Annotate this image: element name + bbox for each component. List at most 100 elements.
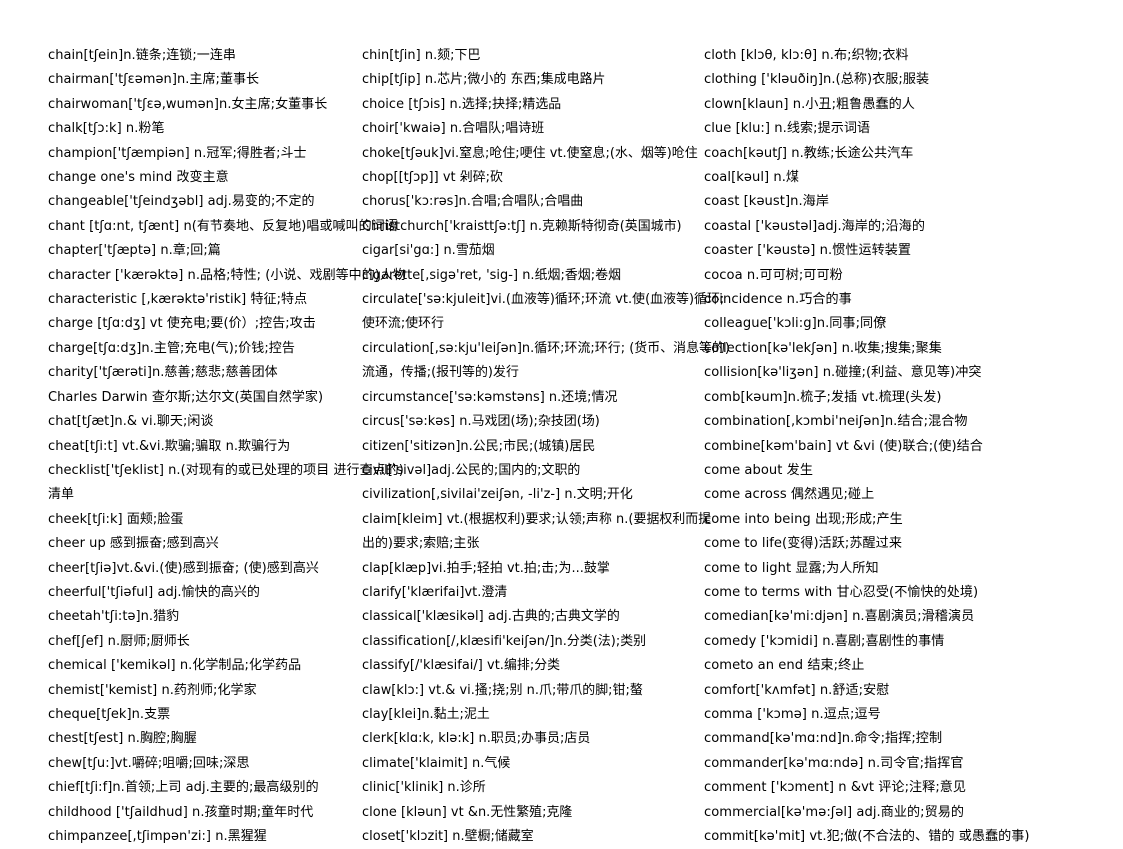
vocabulary-entry: colleague['kɔli:g]n.同事;同僚	[704, 316, 887, 332]
vocabulary-entry: classical['klæsikəl] adj.古典的;古典文学的	[362, 609, 620, 625]
vocabulary-entry: cocoa n.可可树;可可粉	[704, 267, 843, 283]
vocabulary-entry: charge[tʃɑ:dʒ]n.主管;充电(气);价钱;控告	[48, 340, 295, 356]
vocabulary-entry: cheat[tʃi:t] vt.&vi.欺骗;骗取 n.欺骗行为	[48, 438, 291, 454]
vocabulary-entry: classify[/'klæsifai/] vt.编排;分类	[362, 658, 561, 674]
vocabulary-entry: chemical ['kemikəl] n.化学制品;化学药品	[48, 658, 302, 674]
vocabulary-entry: civilization[,sivilai'zeiʃən, -li'z-] n.…	[362, 487, 633, 503]
vocabulary-entry-continuation: 清单	[48, 487, 75, 503]
vocabulary-entry: clerk[klɑ:k, klə:k] n.职员;办事员;店员	[362, 731, 591, 747]
vocabulary-entry: combination[,kɔmbi'neiʃən]n.结合;混合物	[704, 414, 968, 430]
vocabulary-entry: champion['tʃæmpiən] n.冠军;得胜者;斗士	[48, 145, 307, 161]
vocabulary-entry: cheek[tʃi:k] 面颊;脸蛋	[48, 511, 184, 527]
vocabulary-entry: commit[kə'mit] vt.犯;做(不合法的、错的 或愚蠢的事)	[704, 829, 1030, 844]
vocabulary-entry: coincidence n.巧合的事	[704, 292, 852, 308]
vocabulary-entry-continuation: 出的)要求;索赔;主张	[362, 536, 480, 552]
vocabulary-entry: coastal ['kəustəl]adj.海岸的;沿海的	[704, 218, 925, 234]
vocabulary-entry: character ['kærəktə] n.品格;特性; (小说、戏剧等中的)…	[48, 267, 407, 283]
vocabulary-entry: collection[kə'lekʃən] n.收集;搜集;聚集	[704, 340, 942, 356]
vocabulary-entry: clinic['klinik] n.诊所	[362, 780, 486, 796]
vocabulary-entry: choir['kwaiə] n.合唱队;唱诗班	[362, 121, 545, 137]
vocabulary-entry: coast [kəust]n.海岸	[704, 194, 829, 210]
vocabulary-entry: clay[klei]n.黏土;泥土	[362, 706, 490, 722]
vocabulary-entry: cheer[tʃiə]vt.&vi.(使)感到振奋; (使)感到高兴	[48, 560, 319, 576]
vocabulary-entry: circumstance['sə:kəmstəns] n.还境;情况	[362, 389, 618, 405]
vocabulary-entry: comedian[kə'mi:djən] n.喜剧演员;滑稽演员	[704, 609, 975, 625]
vocabulary-entry: cigar[si'gɑ:] n.雪茄烟	[362, 243, 495, 259]
vocabulary-entry: charity['tʃærəti]n.慈善;慈悲;慈善团体	[48, 365, 278, 381]
vocabulary-entry: cheerful['tʃiəful] adj.愉快的高兴的	[48, 584, 260, 600]
vocabulary-entry: chip[tʃip] n.芯片;微小的 东西;集成电路片	[362, 72, 606, 88]
vocabulary-entry: chest[tʃest] n.胸腔;胸腛	[48, 731, 197, 747]
vocabulary-entry: circus['sə:kəs] n.马戏团(场);杂技团(场)	[362, 414, 600, 430]
vocabulary-column-1: chain[tʃein]n.链条;连锁;一连串 chairman['tʃɛəmə…	[0, 44, 407, 849]
vocabulary-entry: chemist['kemist] n.药剂师;化学家	[48, 682, 257, 698]
vocabulary-entry: Charles Darwin 查尔斯;达尔文(英国自然学家)	[48, 389, 324, 405]
vocabulary-entry: Christchurch['kraisttʃə:tʃ] n.克赖斯特彻奇(英国城…	[362, 218, 682, 234]
vocabulary-entry: chapter['tʃæptə] n.章;回;篇	[48, 243, 221, 259]
vocabulary-entry: come to light 显露;为人所知	[704, 560, 879, 576]
vocabulary-entry: checklist['tʃeklist] n.(对现有的或已处理的项目 进行查点…	[48, 462, 404, 478]
vocabulary-entry: chairwoman['tʃɛə,wumən]n.女主席;女董事长	[48, 96, 328, 112]
vocabulary-column-3: cloth [klɔθ, klɔ:θ] n.布;织物;衣料 clothing […	[704, 44, 1123, 849]
vocabulary-entry: circulate['sə:kjuleit]vi.(血液等)循环;环流 vt.使…	[362, 292, 725, 308]
vocabulary-entry: come into being 出现;形成;产生	[704, 511, 903, 527]
vocabulary-entry: chalk[tʃɔ:k] n.粉笔	[48, 121, 165, 137]
vocabulary-entry: claim[kleim] vt.(根据权利)要求;认领;声称 n.(要据权利而提	[362, 511, 712, 527]
vocabulary-entry: change one's mind 改变主意	[48, 170, 229, 186]
vocabulary-entry: clap[klæp]vi.拍手;轻拍 vt.拍;击;为...鼓掌	[362, 560, 610, 576]
vocabulary-entry: cheetah'tʃi:tə]n.猎豹	[48, 609, 180, 625]
vocabulary-entry: comma ['kɔmə] n.逗点;逗号	[704, 706, 881, 722]
vocabulary-entry: claw[klɔ:] vt.& vi.搔;挠;别 n.爪;带爪的脚;钳;螯	[362, 682, 643, 698]
vocabulary-column-2: chin[tʃin] n.颏;下巴 chip[tʃip] n.芯片;微小的 东西…	[354, 44, 730, 849]
vocabulary-entry-continuation: 使环流;使环行	[362, 316, 445, 332]
vocabulary-entry: clothing ['kləuðiŋ]n.(总称)衣服;服装	[704, 72, 930, 88]
vocabulary-entry: cheer up 感到振奋;感到高兴	[48, 536, 219, 552]
vocabulary-entry: cigarette[,sigə'ret, 'sig-] n.纸烟;香烟;卷烟	[362, 267, 622, 283]
vocabulary-entry: chew[tʃu:]vt.嚼碎;咀嚼;回味;深思	[48, 755, 250, 771]
vocabulary-entry: climate['klaimit] n.气候	[362, 755, 511, 771]
vocabulary-entry: chop[[tʃɔp]] vt 剁碎;砍	[362, 170, 503, 186]
vocabulary-entry: charge [tʃɑ:dʒ] vt 使充电;要(价）;控告;攻击	[48, 316, 316, 332]
vocabulary-entry: chairman['tʃɛəmən]n.主席;董事长	[48, 72, 260, 88]
vocabulary-entry: clue [klu:] n.线索;提示词语	[704, 121, 871, 137]
vocabulary-entry: come to terms with 甘心忍受(不愉快的处境)	[704, 584, 979, 600]
columns-container: chain[tʃein]n.链条;连锁;一连串 chairman['tʃɛəmə…	[0, 44, 1123, 849]
vocabulary-entry: chin[tʃin] n.颏;下巴	[362, 48, 481, 63]
vocabulary-entry: chief[tʃi:f]n.首领;上司 adj.主要的;最高级别的	[48, 780, 319, 796]
vocabulary-entry: come about 发生	[704, 462, 813, 478]
vocabulary-entry: chat[tʃæt]n.& vi.聊天;闲谈	[48, 414, 214, 430]
vocabulary-entry: combine[kəm'bain] vt &vi (使)联合;(使)结合	[704, 438, 983, 454]
vocabulary-entry: chain[tʃein]n.链条;连锁;一连串	[48, 48, 236, 63]
vocabulary-entry: childhood ['tʃaildhud] n.孩童时期;童年时代	[48, 804, 314, 820]
vocabulary-entry-continuation: 流通，传播;(报刊等的)发行	[362, 365, 519, 381]
vocabulary-entry: collision[kə'liʒən] n.碰撞;(利益、意见等)冲突	[704, 365, 982, 381]
vocabulary-entry: comedy ['kɔmidi] n.喜剧;喜剧性的事情	[704, 633, 945, 649]
vocabulary-entry: come to life(变得)活跃;苏醒过来	[704, 536, 902, 552]
vocabulary-entry: cometo an end 结束;终止	[704, 658, 865, 674]
vocabulary-entry: coal[kəul] n.煤	[704, 170, 800, 186]
vocabulary-entry: changeable['tʃeindʒəbl] adj.易变的;不定的	[48, 194, 315, 210]
vocabulary-entry: chef[ʃef] n.厨师;厨师长	[48, 633, 190, 649]
vocabulary-entry: chimpanzee[,tʃimpən'zi:] n.黑猩猩	[48, 829, 267, 844]
vocabulary-entry: come across 偶然遇见;碰上	[704, 487, 875, 503]
vocabulary-entry: clown[klaun] n.小丑;粗鲁愚蠢的人	[704, 96, 915, 112]
vocabulary-entry: citizen['sitizən]n.公民;市民;(城镇)居民	[362, 438, 596, 454]
vocabulary-entry: clone [kləun] vt &n.无性繁殖;克隆	[362, 804, 573, 820]
vocabulary-entry: chant [tʃɑ:nt, tʃænt] n(有节奏地、反复地)唱或喊叫的词语	[48, 218, 398, 234]
vocabulary-entry: choice [tʃɔis] n.选择;抉择;精选品	[362, 96, 562, 112]
vocabulary-page: chain[tʃein]n.链条;连锁;一连串 chairman['tʃɛəmə…	[0, 0, 1123, 844]
vocabulary-entry: coach[kəutʃ] n.教练;长途公共汽车	[704, 145, 914, 161]
vocabulary-entry: chorus['kɔ:rəs]n.合唱;合唱队;合唱曲	[362, 194, 584, 210]
vocabulary-entry: choke[tʃəuk]vi.窒息;呛住;哽住 vt.使窒息;(水、烟等)呛住	[362, 145, 698, 161]
vocabulary-entry: classification[/,klæsifi'keiʃən/]n.分类(法)…	[362, 633, 647, 649]
vocabulary-entry: clarify['klærifai]vt.澄清	[362, 584, 508, 600]
vocabulary-entry: closet['klɔzit] n.壁橱;储藏室	[362, 829, 534, 844]
vocabulary-entry: command[kə'mɑ:nd]n.命令;指挥;控制	[704, 731, 943, 747]
vocabulary-entry: characteristic [,kærəktə'ristik] 特征;特点	[48, 292, 308, 308]
vocabulary-entry: comb[kəum]n.梳子;发插 vt.梳理(头发)	[704, 389, 942, 405]
vocabulary-entry: comfort['kʌmfət] n.舒适;安慰	[704, 682, 890, 698]
vocabulary-entry: civil['sivəl]adj.公民的;国内的;文职的	[362, 462, 581, 478]
vocabulary-entry: cheque[tʃek]n.支票	[48, 706, 171, 722]
vocabulary-entry: commercial[kə'mə:ʃəl] adj.商业的;贸易的	[704, 804, 965, 820]
vocabulary-entry: circulation[,sə:kju'leiʃən]n.循环;环流;环行; (…	[362, 340, 730, 356]
